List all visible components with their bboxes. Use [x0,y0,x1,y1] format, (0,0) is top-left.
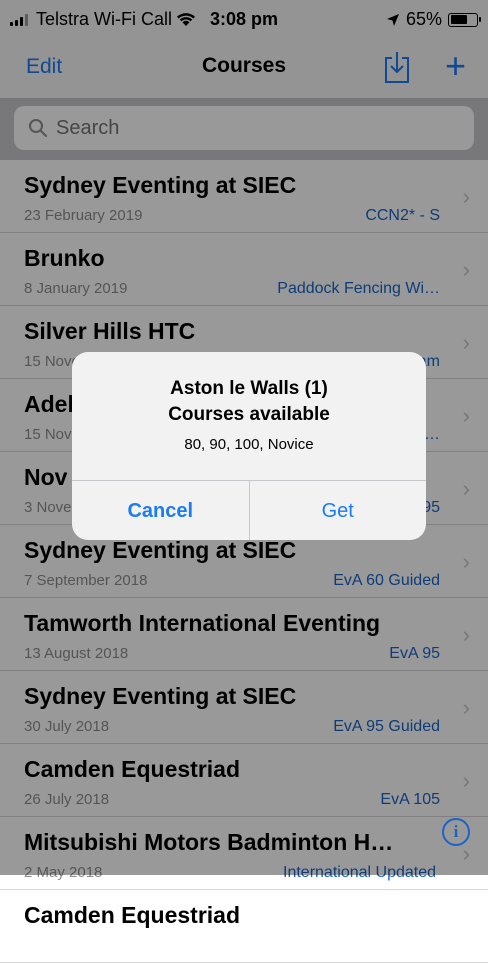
info-icon[interactable]: i [442,818,470,846]
course-title: Camden Equestriad [24,902,240,928]
alert-buttons: Cancel Get [72,480,426,540]
alert-title-line2: Courses available [168,404,330,425]
course-row[interactable]: Camden Equestriad [0,890,488,963]
alert-title: Aston le Walls (1) Courses available [72,376,426,428]
alert-title-line1: Aston le Walls (1) [170,378,328,399]
alert-message: 80, 90, 100, Novice [184,436,314,453]
cancel-button[interactable]: Cancel [72,481,250,540]
get-button[interactable]: Get [250,481,427,540]
alert-dialog: Aston le Walls (1) Courses available 80,… [72,352,426,540]
